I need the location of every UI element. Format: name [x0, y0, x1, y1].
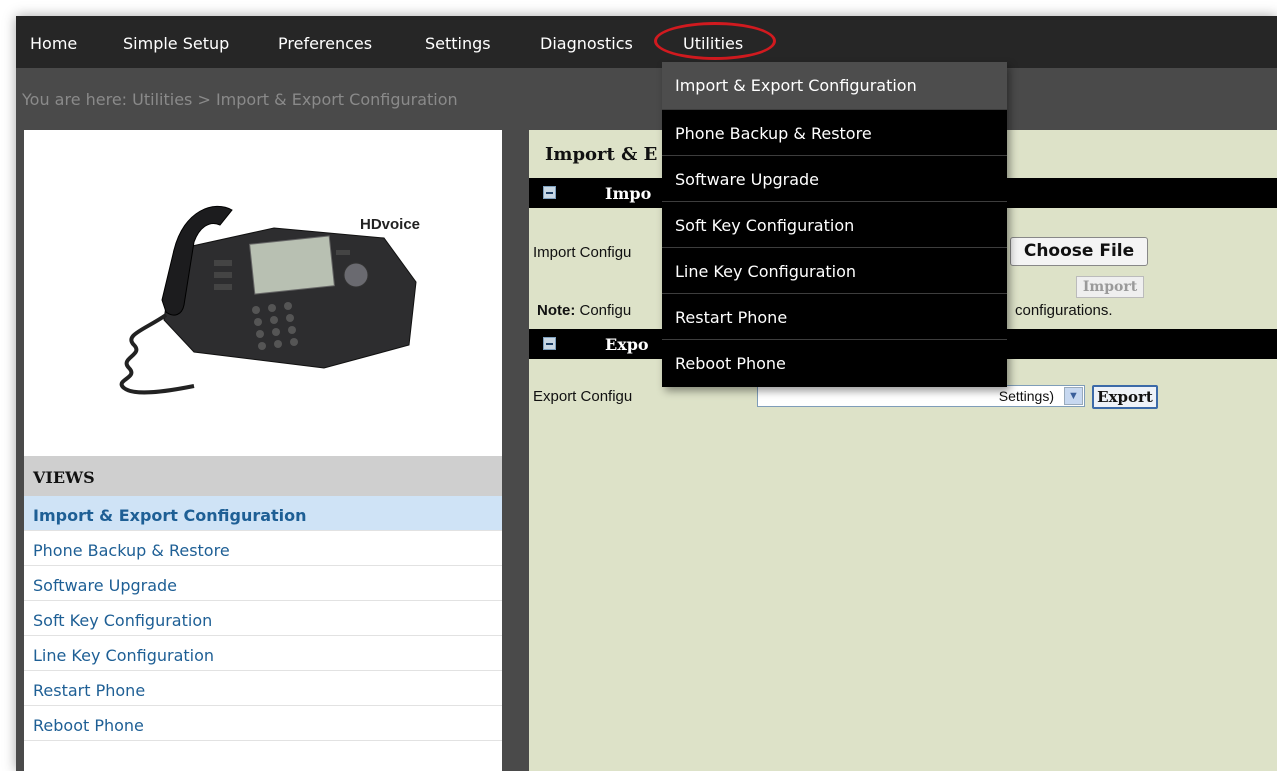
menu-item-soft-key[interactable]: Soft Key Configuration — [662, 202, 1007, 248]
nav-simple-setup[interactable]: Simple Setup — [123, 34, 229, 53]
export-button[interactable]: Export — [1092, 385, 1158, 409]
import-row-label: Import Configu — [533, 244, 632, 261]
nav-diagnostics[interactable]: Diagnostics — [540, 34, 633, 53]
phone-illustration — [119, 205, 417, 395]
menu-item-reboot-phone[interactable]: Reboot Phone — [662, 340, 1007, 386]
menu-item-import-export[interactable]: Import & Export Configuration — [662, 62, 1007, 110]
nav-settings[interactable]: Settings — [425, 34, 491, 53]
chevron-down-icon[interactable]: ▼ — [1064, 387, 1083, 405]
import-section-label: Impo — [605, 184, 652, 203]
app-frame: Home Simple Setup Preferences Settings D… — [16, 16, 1277, 771]
collapse-icon[interactable] — [543, 186, 556, 199]
views-header-label: VIEWS — [33, 468, 95, 487]
hdvoice-logo: HDvoice — [360, 216, 421, 233]
menu-item-line-key[interactable]: Line Key Configuration — [662, 248, 1007, 294]
note-text: Note: Configu — [537, 302, 631, 319]
nav-preferences[interactable]: Preferences — [278, 34, 372, 53]
utilities-highlight-circle — [654, 22, 776, 60]
nav-home[interactable]: Home — [30, 34, 77, 53]
page-title: Import & E — [545, 144, 658, 165]
export-row-label: Export Configu — [533, 388, 633, 405]
menu-item-phone-backup[interactable]: Phone Backup & Restore — [662, 110, 1007, 156]
collapse-icon[interactable] — [543, 337, 556, 350]
choose-file-button[interactable]: Choose File — [1010, 237, 1148, 266]
views-header: VIEWS — [24, 456, 502, 496]
top-navigation: Home Simple Setup Preferences Settings D… — [16, 16, 1277, 68]
utilities-dropdown-menu: Import & Export Configuration Phone Back… — [662, 62, 1007, 387]
export-section-label: Expo — [605, 335, 649, 354]
export-select-value: Settings) — [998, 388, 1054, 404]
view-item-restart-phone[interactable]: Restart Phone — [24, 671, 502, 706]
note-left: Configu — [575, 302, 632, 319]
views-list: Import & Export Configuration Phone Back… — [24, 496, 502, 741]
import-button[interactable]: Import — [1076, 276, 1144, 298]
breadcrumb: You are here: Utilities > Import & Expor… — [22, 90, 458, 109]
export-type-select[interactable]: Settings) ▼ — [757, 385, 1085, 407]
view-item-line-key[interactable]: Line Key Configuration — [24, 636, 502, 671]
view-item-import-export[interactable]: Import & Export Configuration — [24, 496, 502, 531]
phone-image: HDvoice — [24, 130, 502, 456]
menu-item-restart-phone[interactable]: Restart Phone — [662, 294, 1007, 340]
view-item-reboot-phone[interactable]: Reboot Phone — [24, 706, 502, 741]
view-item-soft-key[interactable]: Soft Key Configuration — [24, 601, 502, 636]
menu-item-software-upgrade[interactable]: Software Upgrade — [662, 156, 1007, 202]
view-item-phone-backup[interactable]: Phone Backup & Restore — [24, 531, 502, 566]
note-right: configurations. — [1015, 302, 1113, 319]
view-item-software-upgrade[interactable]: Software Upgrade — [24, 566, 502, 601]
note-bold: Note: — [537, 302, 576, 319]
left-panel: HDvoice VIEWS Import & Export Configurat… — [24, 130, 502, 771]
